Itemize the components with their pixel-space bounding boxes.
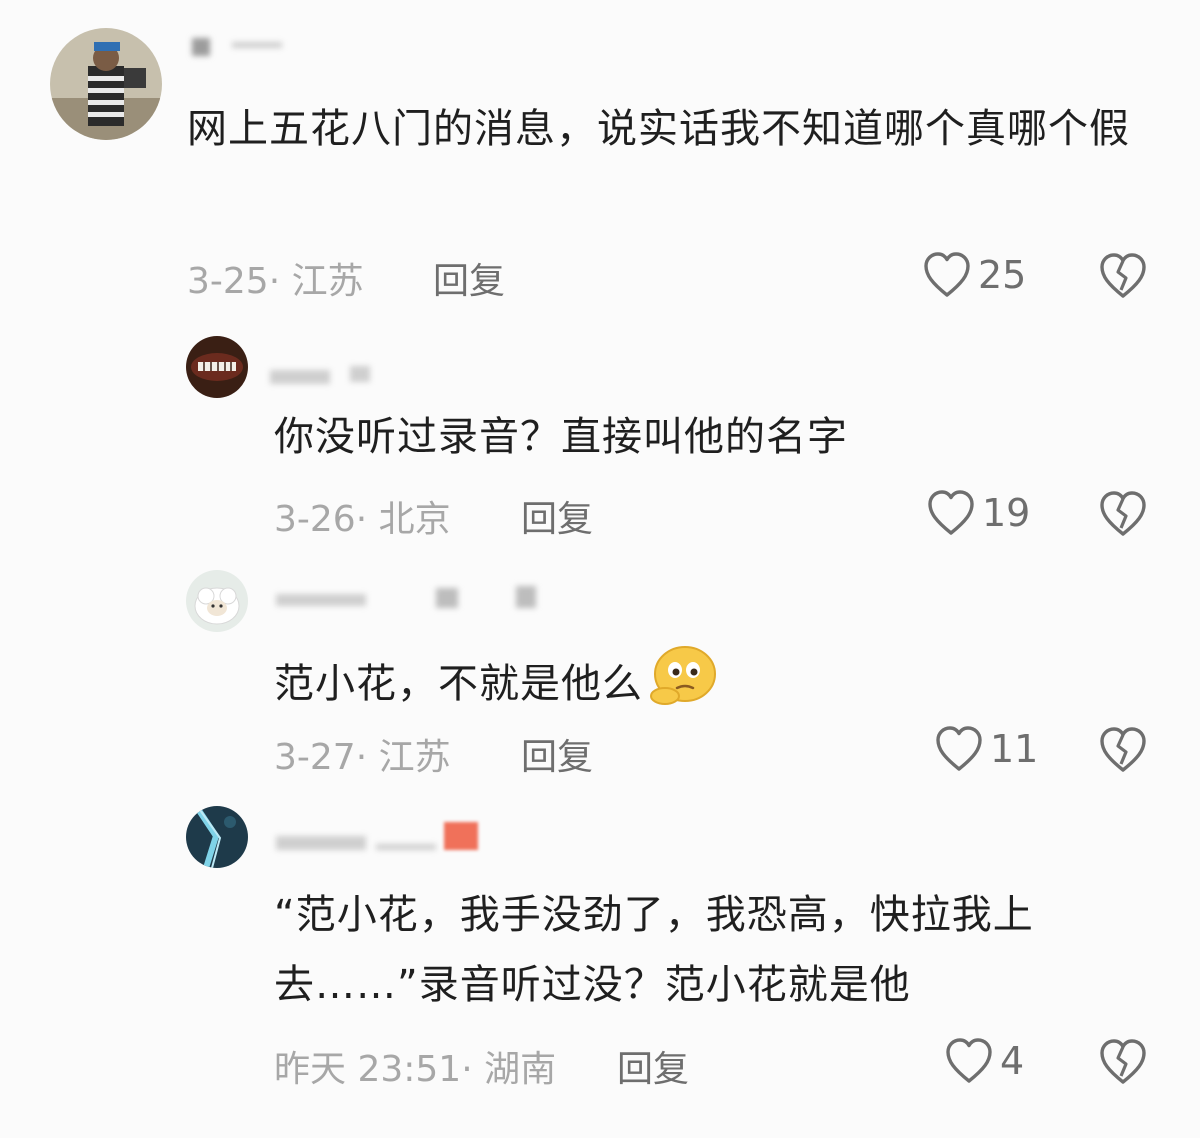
comment-meta: 3-25· 江苏	[187, 261, 364, 302]
username-blurred[interactable]	[270, 366, 380, 388]
like-button[interactable]: 25	[922, 251, 1026, 299]
like-count: 4	[1000, 1039, 1025, 1083]
broken-heart-icon	[1100, 727, 1146, 772]
comment-text: “范小花，我手没劲了，我恐高，快拉我上 去……”录音听过没？范小花就是他	[274, 880, 1174, 1020]
comment-text-line: “范小花，我手没劲了，我恐高，快拉我上	[274, 892, 1034, 938]
comment-1: 网上五花八门的消息，说实话我不知道哪个真哪个假 3-25· 江苏 回复 25	[0, 0, 1200, 330]
broken-heart-icon	[1100, 491, 1146, 536]
reply-button[interactable]: 回复	[521, 728, 593, 780]
dislike-button[interactable]	[1098, 252, 1148, 304]
like-count: 25	[978, 253, 1027, 297]
heart-outline-icon	[924, 252, 970, 297]
avatar[interactable]	[50, 28, 162, 140]
dislike-button[interactable]	[1098, 490, 1148, 542]
like-button[interactable]: 4	[944, 1037, 1024, 1085]
heart-outline-icon	[936, 726, 982, 771]
broken-heart-icon	[1100, 253, 1146, 298]
like-button[interactable]: 11	[934, 725, 1038, 773]
heart-outline-icon	[928, 490, 974, 535]
thinking-face-emoji	[647, 642, 719, 730]
broken-heart-icon	[1100, 1039, 1146, 1084]
comment-meta: 昨天 23:51· 湖南	[274, 1049, 557, 1090]
username-blurred[interactable]	[276, 822, 486, 850]
avatar[interactable]	[186, 806, 248, 868]
heart-outline-icon	[946, 1038, 992, 1083]
avatar[interactable]	[186, 570, 248, 632]
dislike-button[interactable]	[1098, 1038, 1148, 1090]
reply-button[interactable]: 回复	[521, 490, 593, 542]
comment-meta: 3-27· 江苏	[274, 737, 451, 778]
reply-button[interactable]: 回复	[433, 252, 505, 304]
comment-text: 范小花，不就是他么	[274, 642, 1154, 730]
comment-meta: 3-26· 北京	[274, 499, 451, 540]
like-count: 19	[982, 491, 1031, 535]
comment-text-content: 范小花，不就是他么	[274, 661, 643, 707]
like-button[interactable]: 19	[926, 489, 1030, 537]
badge-icon	[444, 822, 478, 850]
username-blurred[interactable]	[192, 38, 312, 60]
comment-4: “范小花，我手没劲了，我恐高，快拉我上 去……”录音听过没？范小花就是他 昨天 …	[0, 800, 1200, 1138]
comment-text: 你没听过录音？直接叫他的名字	[274, 414, 848, 460]
username-blurred[interactable]	[276, 580, 546, 608]
avatar[interactable]	[186, 336, 248, 398]
like-count: 11	[990, 727, 1039, 771]
comment-2: 你没听过录音？直接叫他的名字 3-26· 北京 回复 19	[0, 330, 1200, 560]
comment-3: 范小花，不就是他么 3-27· 江苏 回复 11	[0, 560, 1200, 800]
comment-text: 网上五花八门的消息，说实话我不知道哪个真哪个假	[187, 106, 1130, 152]
dislike-button[interactable]	[1098, 726, 1148, 778]
reply-button[interactable]: 回复	[617, 1040, 689, 1092]
comment-text-line: 去……”录音听过没？范小花就是他	[274, 962, 911, 1008]
